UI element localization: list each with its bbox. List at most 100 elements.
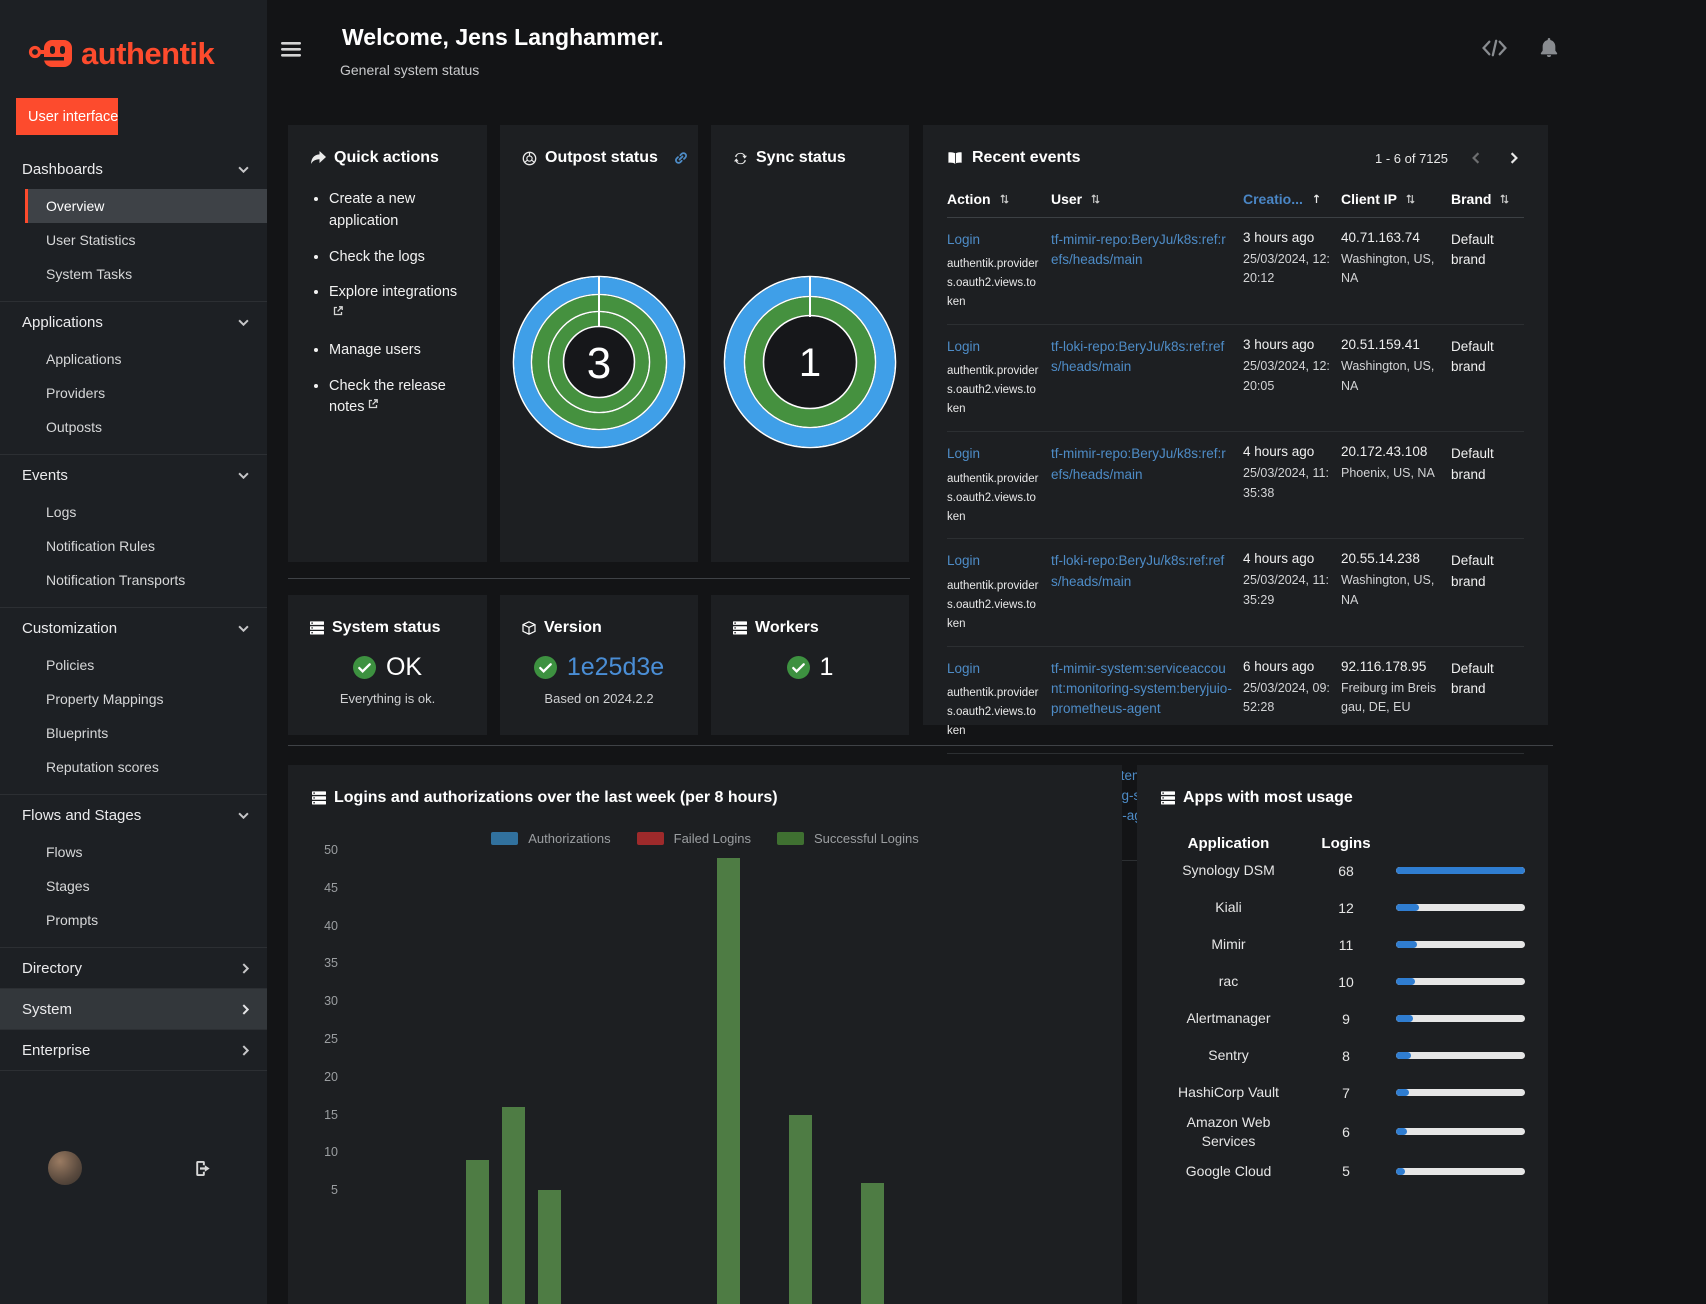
check-circle-icon (352, 656, 376, 679)
usage-login-count: 6 (1342, 1123, 1350, 1140)
quick-action-link[interactable]: Manage users (329, 342, 421, 358)
external-link-icon (333, 306, 343, 316)
version-link[interactable]: 1e25d3e (567, 653, 664, 682)
event-client-ip: 20.55.14.238 (1341, 551, 1420, 567)
server-icon (733, 621, 747, 635)
brand-logo[interactable]: authentik (0, 0, 267, 82)
nav-group-header-directory[interactable]: Directory (0, 948, 267, 988)
event-geo-location: Washington, US, NA (1341, 359, 1435, 393)
usage-row: Alertmanager 9 (1161, 1000, 1525, 1037)
usage-row: rac 10 (1161, 963, 1525, 1000)
quick-action-link[interactable]: Check the logs (329, 249, 425, 265)
event-user-link[interactable]: tf-mimir-repo:BeryJu/k8s:ref:refs/heads/… (1051, 444, 1233, 485)
logout-icon[interactable] (190, 1160, 210, 1176)
event-action-link[interactable]: Login (947, 444, 980, 464)
nav-sublist-customization: Policies Property Mappings Blueprints Reput… (0, 648, 267, 784)
usage-row: Kiali 12 (1161, 889, 1525, 926)
version-card: Version 1e25d3e Based on 2024.2.2 (500, 595, 698, 735)
pagination-prev-button[interactable] (1466, 150, 1486, 166)
event-user-link[interactable]: tf-loki-repo:BeryJu/k8s:ref:refs/heads/m… (1051, 337, 1233, 378)
quick-actions-list: Create a new application Check the logs Ex… (310, 189, 465, 419)
y-axis-tick: 35 (324, 956, 338, 971)
usage-progress-fill (1396, 1128, 1408, 1136)
nav-group-header-dashboards[interactable]: Dashboards (0, 149, 267, 189)
event-row: Login authentik.providers.oauth2.views.t… (947, 325, 1524, 433)
quick-action-link[interactable]: Explore integrations (329, 284, 457, 300)
server-icon (1161, 791, 1175, 805)
sidebar-item[interactable]: Outposts (25, 410, 267, 444)
chart-bar (788, 1114, 812, 1304)
pagination-next-button[interactable] (1504, 150, 1524, 166)
event-action-link[interactable]: Login (947, 551, 980, 571)
quick-action-item: Create a new application (329, 189, 465, 233)
chart-bars (354, 843, 1108, 1304)
event-row: Login authentik.providers.oauth2.views.t… (947, 432, 1524, 540)
sidebar-item[interactable]: Policies (25, 648, 267, 682)
chevron-down-icon (238, 625, 249, 632)
y-axis-tick: 10 (324, 1145, 338, 1160)
event-user-link[interactable]: tf-mimir-repo:BeryJu/k8s:ref:refs/heads/… (1051, 230, 1233, 271)
sidebar-item[interactable]: System Tasks (25, 257, 267, 291)
api-code-icon[interactable] (1481, 39, 1508, 57)
hamburger-menu-icon[interactable] (281, 41, 301, 58)
sidebar-item[interactable]: Overview (25, 189, 267, 223)
sidebar-item[interactable]: Logs (25, 495, 267, 529)
logins-chart-title: Logins and authorizations over the last … (334, 789, 778, 806)
column-header-brand[interactable]: Brand (1451, 191, 1524, 207)
event-action-link[interactable]: Login (947, 659, 980, 679)
column-header-client-ip[interactable]: Client IP (1341, 191, 1451, 207)
column-header-action[interactable]: Action (947, 191, 1051, 207)
nav-group-customization: Customization Policies Property Mappings B… (0, 607, 267, 794)
nav-group-header-enterprise[interactable]: Enterprise (0, 1030, 267, 1070)
chevron-down-icon (238, 472, 249, 479)
nav-group-header-customization[interactable]: Customization (0, 608, 267, 648)
sidebar-item[interactable]: Property Mappings (25, 682, 267, 716)
sort-ascending-icon (1312, 193, 1321, 205)
event-time-absolute: 25/03/2024, 12:20:05 (1243, 359, 1330, 393)
event-action-link[interactable]: Login (947, 230, 980, 250)
sidebar-item[interactable]: Providers (25, 376, 267, 410)
sync-arrows-icon (733, 151, 748, 166)
event-context: authentik.providers.oauth2.views.token (947, 472, 1039, 523)
outpost-status-donut-chart: 3 (511, 274, 687, 450)
sidebar-item[interactable]: Flows (25, 835, 267, 869)
usage-progress-fill (1396, 1167, 1406, 1175)
quick-action-link[interactable]: Create a new application (329, 191, 415, 229)
column-header-user[interactable]: User (1051, 191, 1243, 207)
sidebar-item[interactable]: Notification Transports (25, 563, 267, 597)
section-divider (288, 578, 910, 579)
quick-action-link[interactable]: Check the release notes (329, 378, 446, 416)
nav-group-header-flows-stages[interactable]: Flows and Stages (0, 795, 267, 835)
workers-card: Workers 1 (711, 595, 909, 735)
nav-group-header-events[interactable]: Events (0, 455, 267, 495)
sidebar-item[interactable]: Blueprints (25, 716, 267, 750)
usage-login-count: 9 (1342, 1010, 1350, 1027)
user-avatar[interactable] (48, 1151, 82, 1185)
usage-progress-fill (1396, 941, 1417, 948)
column-header-creation[interactable]: Creatio... (1243, 191, 1341, 207)
event-user-link[interactable]: tf-loki-repo:BeryJu/k8s:ref:refs/heads/m… (1051, 551, 1233, 592)
notification-bell-icon[interactable] (1540, 38, 1558, 57)
usage-progress-track (1396, 867, 1525, 874)
event-user-link[interactable]: tf-mimir-system:serviceaccount:monitorin… (1051, 659, 1233, 720)
outpost-status-card: Outpost status 3 (500, 125, 698, 562)
usage-login-count: 11 (1338, 936, 1354, 953)
sidebar-footer (0, 1140, 267, 1196)
nav-group-header-applications[interactable]: Applications (0, 302, 267, 342)
sort-icon (1000, 193, 1009, 205)
event-time-absolute: 25/03/2024, 11:35:29 (1243, 573, 1329, 607)
sidebar-item[interactable]: User Statistics (25, 223, 267, 257)
event-geo-location: Phoenix, US, NA (1341, 466, 1435, 481)
usage-progress-track (1396, 978, 1525, 985)
event-action-link[interactable]: Login (947, 337, 980, 357)
sidebar-item[interactable]: Reputation scores (25, 750, 267, 784)
event-brand: Default brand (1451, 232, 1494, 268)
event-brand: Default brand (1451, 553, 1494, 589)
nav-group-header-system[interactable]: System (0, 989, 267, 1029)
sidebar-item[interactable]: Prompts (25, 903, 267, 937)
link-chain-icon[interactable] (674, 151, 688, 165)
user-interface-button[interactable]: User interface (16, 98, 119, 135)
sidebar-item[interactable]: Applications (25, 342, 267, 376)
sidebar-item[interactable]: Stages (25, 869, 267, 903)
sidebar-item[interactable]: Notification Rules (25, 529, 267, 563)
